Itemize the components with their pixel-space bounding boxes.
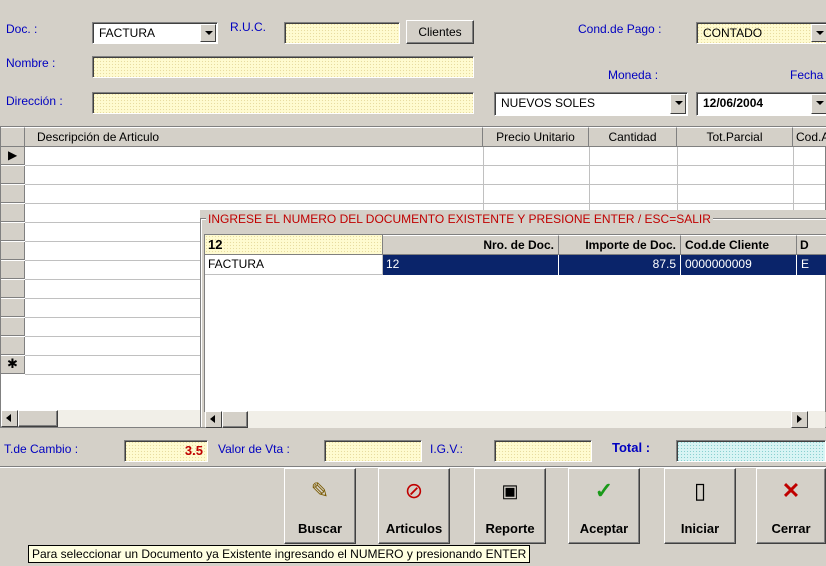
tcambio-label: T.de Cambio : — [4, 442, 79, 456]
cond-pago-label: Cond.de Pago : — [578, 22, 662, 36]
lookup-panel: INGRESE EL NUMERO DEL DOCUMENTO EXISTENT… — [200, 210, 826, 428]
lookup-col-nro[interactable]: Nro. de Doc. — [383, 235, 559, 255]
ruc-label: R.U.C. — [230, 20, 266, 34]
chevron-down-icon[interactable] — [670, 94, 686, 114]
row-header[interactable] — [1, 204, 25, 222]
row-header[interactable] — [1, 166, 25, 184]
chevron-down-icon[interactable] — [811, 94, 826, 114]
clientes-button[interactable]: Clientes — [406, 20, 474, 44]
checkmark-icon: ✓ — [594, 478, 614, 503]
col-tot-parcial[interactable]: Tot.Parcial — [677, 127, 793, 147]
row-header[interactable] — [1, 280, 25, 298]
row-header[interactable] — [1, 299, 25, 317]
bicycle-icon: ⊘ — [404, 478, 424, 503]
current-row-icon: ▶ — [8, 148, 18, 162]
doc-type-select[interactable]: FACTURA — [92, 22, 218, 44]
scroll-left-icon[interactable] — [205, 411, 222, 428]
lookup-hscrollbar[interactable] — [205, 411, 825, 428]
aceptar-button[interactable]: ✓ Aceptar — [568, 468, 640, 544]
printer-icon: ▣ — [501, 481, 519, 501]
col-descripcion[interactable]: Descripción de Articulo — [25, 127, 483, 147]
moneda-label: Moneda : — [608, 68, 659, 82]
lookup-cell-nro: 12 — [383, 255, 559, 275]
lookup-title: INGRESE EL NUMERO DEL DOCUMENTO EXISTENT… — [206, 212, 713, 226]
col-cantidad[interactable]: Cantidad — [589, 127, 677, 147]
row-header[interactable] — [1, 242, 25, 260]
doc-type-value: FACTURA — [99, 26, 156, 40]
lookup-grid[interactable]: 12 Nro. de Doc. Importe de Doc. Cod.de C… — [204, 234, 826, 428]
igv-label: I.G.V.: — [430, 442, 463, 456]
cond-pago-select[interactable]: CONTADO — [696, 22, 826, 44]
lookup-cell-cliente: 0000000009 — [681, 255, 797, 275]
buscar-button[interactable]: ✎ Buscar — [284, 468, 356, 544]
chevron-down-icon[interactable] — [811, 24, 826, 42]
row-header[interactable] — [1, 337, 25, 355]
new-row-icon: ✱ — [7, 356, 18, 371]
reporte-button[interactable]: ▣ Reporte — [474, 468, 546, 544]
articulos-button[interactable]: ⊘ Articulos — [378, 468, 450, 544]
direccion-input[interactable] — [92, 92, 474, 114]
chevron-down-icon[interactable] — [200, 24, 216, 42]
iniciar-button[interactable]: ▯ Iniciar — [664, 468, 736, 544]
tooltip: Para seleccionar un Documento ya Existen… — [28, 545, 531, 563]
grid-corner — [1, 127, 25, 147]
cerrar-button[interactable]: ✕ Cerrar — [756, 468, 826, 544]
lookup-search-input[interactable]: 12 — [205, 235, 383, 255]
scroll-thumb[interactable] — [18, 410, 58, 427]
row-header[interactable] — [1, 185, 25, 203]
scroll-left-icon[interactable] — [1, 410, 18, 427]
row-header[interactable] — [1, 318, 25, 336]
lookup-cell-d: E — [797, 255, 826, 275]
col-precio[interactable]: Precio Unitario — [483, 127, 589, 147]
lookup-cell-tipo: FACTURA — [205, 255, 383, 275]
search-flashlight-icon: ✎ — [310, 478, 330, 503]
nombre-label: Nombre : — [6, 56, 56, 70]
ruc-input[interactable] — [284, 22, 400, 44]
row-header[interactable]: ▶ — [1, 147, 25, 165]
direccion-label: Dirección : — [6, 94, 63, 108]
lookup-cell-importe: 87.5 — [559, 255, 681, 275]
lookup-col-d[interactable]: D — [797, 235, 826, 255]
row-header[interactable] — [1, 223, 25, 241]
total-label: Total : — [612, 440, 651, 455]
fecha-select[interactable]: 12/06/2004 — [696, 92, 826, 116]
total-input[interactable] — [676, 440, 826, 462]
new-document-icon: ▯ — [693, 478, 707, 503]
doc-label: Doc. : — [6, 22, 38, 36]
row-header[interactable] — [1, 261, 25, 279]
igv-input[interactable] — [494, 440, 592, 462]
fecha-label: Fecha : — [790, 68, 826, 82]
row-header[interactable]: ✱ — [1, 356, 25, 374]
valor-vta-input[interactable] — [324, 440, 422, 462]
close-icon: ✕ — [781, 478, 801, 503]
col-cod[interactable]: Cod.A — [793, 127, 826, 147]
nombre-input[interactable] — [92, 56, 474, 78]
scroll-thumb[interactable] — [222, 411, 248, 428]
moneda-select[interactable]: NUEVOS SOLES — [494, 92, 688, 116]
lookup-col-importe[interactable]: Importe de Doc. — [559, 235, 681, 255]
lookup-row[interactable]: FACTURA 12 87.5 0000000009 E — [205, 255, 826, 275]
lookup-col-cliente[interactable]: Cod.de Cliente — [681, 235, 797, 255]
tcambio-input[interactable]: 3.5 — [124, 440, 208, 462]
scroll-right-icon[interactable] — [791, 411, 808, 428]
valor-vta-label: Valor de Vta : — [218, 442, 290, 456]
